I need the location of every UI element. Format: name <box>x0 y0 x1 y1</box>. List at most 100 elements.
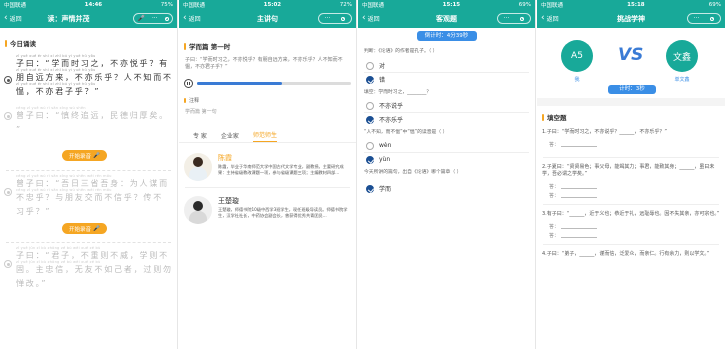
clock: 15:15 <box>442 1 461 8</box>
option[interactable]: 对 <box>358 59 535 72</box>
reading-block: céng zǐ yuē wú rì sān xǐng wú shēn wèi r… <box>0 174 177 220</box>
text-line: 曾子曰：“慎终追远，民德归厚矣。 <box>16 111 169 120</box>
teacher-name: 王楚璇 <box>218 197 239 205</box>
chevron-left-icon: ‹ <box>183 13 187 23</box>
text-line: 习乎？” <box>16 207 52 216</box>
option[interactable]: 不亦乐乎 <box>358 113 535 126</box>
answer-field[interactable]: 答： <box>537 231 725 240</box>
player-name: 我 <box>574 77 580 83</box>
option[interactable]: 不亦说乎 <box>358 99 535 112</box>
close-icon[interactable] <box>520 16 525 21</box>
question-text: 今天所讲的篇句，出自《论语》哪个篇章（ ） <box>364 170 462 175</box>
teacher-tabs: 专 家 企业家 师范师生 <box>179 129 356 143</box>
pause-icon[interactable] <box>184 79 193 88</box>
status-bar: 中国联通 15:15 69% <box>358 0 535 9</box>
text-line: 曾子曰：“吾日三省吾身：为人谋而 <box>16 179 169 188</box>
note-title: 注释 <box>179 97 356 104</box>
status-bar: 中国联通 15:02 72% <box>179 0 356 9</box>
quote-text: 子曰：“学而时习之，不亦悦乎？有朋自远方来，不亦乐乎？人不知而不愠，不亦君子乎？… <box>185 57 343 70</box>
text-line: ” <box>16 125 22 134</box>
section-title: 填空题 <box>537 112 725 122</box>
note-text: 学而篇 第一句 <box>185 109 217 115</box>
avatar <box>184 153 212 181</box>
check-icon <box>366 155 374 164</box>
chevron-left-icon: ‹ <box>541 13 545 23</box>
close-icon[interactable] <box>710 16 715 21</box>
carrier: 中国联通 <box>541 2 564 9</box>
check-icon <box>366 184 374 193</box>
capsule-menu[interactable]: ··· <box>687 13 721 24</box>
user-icon <box>4 112 12 120</box>
accent-bar <box>5 39 7 47</box>
versus-panel: A5 我 VS 文鑫 单文鑫 计时：3秒 <box>537 28 725 98</box>
text-line: 朋自远方来，不亦乐乎？人不知而不 <box>16 73 171 82</box>
text-line: 固。主忠信，无友不如己者，过则勿 <box>16 265 171 274</box>
reading-block: céng zǐ yuē wú rì sān xǐng wú shēn 曾子曰：“… <box>0 106 177 146</box>
nav-bar: ‹ 返回 读：声情并茂 🎤 ··· <box>0 9 177 28</box>
more-icon[interactable]: ··· <box>152 15 158 22</box>
more-icon[interactable]: ··· <box>504 15 510 22</box>
challenge-screen: 中国联通 15:18 69% ‹ 返回 挑战学神 ··· A5 我 VS 文鑫 单… <box>537 0 725 349</box>
quiz-screen: 中国联通 15:15 69% ‹ 返回 客观题 ··· 倒计时：4分39秒 判断：… <box>358 0 536 349</box>
start-recording-button[interactable]: 开始录音 🎤 <box>62 223 107 234</box>
check-icon <box>366 75 374 84</box>
option[interactable]: 学而 <box>358 182 535 195</box>
capsule-menu[interactable]: ··· <box>497 13 531 24</box>
option[interactable]: yùn <box>358 153 535 166</box>
audio-progress-bar[interactable] <box>197 82 351 85</box>
tab-experts[interactable]: 专 家 <box>193 131 207 140</box>
microphone-icon: 🎤 <box>93 152 100 159</box>
tab-teachers-students[interactable]: 师范师生 <box>252 130 277 142</box>
question-text: 判断：《论语》的作者是孔子。（ ） <box>364 49 438 54</box>
opponent-name: 单文鑫 <box>674 77 690 83</box>
check-icon <box>366 115 374 124</box>
player-avatar: A5 <box>561 40 593 72</box>
close-icon[interactable] <box>341 16 346 21</box>
back-button[interactable]: ‹ 返回 <box>541 13 559 24</box>
teacher-card[interactable]: 陈霞 陈霞，毕业于华南师范大学中国古代文学专业，副教授。主要研究成果：主持省级教… <box>179 153 356 181</box>
capsule-menu[interactable]: ··· <box>318 13 352 24</box>
teacher-card[interactable]: 王楚璇 王楚璇，师德书院10级中西学3班学生，现任班级导读员。师德书院学生，汉学… <box>179 196 356 224</box>
battery: 75% <box>160 1 173 8</box>
radio-icon <box>366 61 374 70</box>
teacher-name: 陈霞 <box>218 154 232 162</box>
option[interactable]: 错 <box>358 73 535 86</box>
text-line: 不忠乎？与朋友交而不信乎？传不 <box>16 193 163 202</box>
back-button[interactable]: ‹ 返回 <box>183 13 201 24</box>
answer-field[interactable]: 答： <box>537 182 725 191</box>
status-bar: 中国联通 14:46 75% <box>0 0 177 9</box>
reading-block: zǐ yuē jūn zǐ bù zhòng zé bù wēi xué zé … <box>0 246 177 292</box>
answer-field[interactable]: 答： <box>537 140 725 149</box>
tab-entrepreneurs[interactable]: 企业家 <box>221 131 239 140</box>
option[interactable]: wèn <box>358 139 535 152</box>
accent-bar <box>184 98 186 103</box>
reading-screen: 中国联通 14:46 75% ‹ 返回 读：声情并茂 🎤 ··· 今日诵读 zǐ … <box>0 0 178 349</box>
back-button[interactable]: ‹ 返回 <box>362 14 380 24</box>
back-button[interactable]: ‹ 返回 <box>4 13 22 24</box>
more-icon[interactable]: ··· <box>325 15 331 22</box>
more-icon[interactable]: ··· <box>694 15 700 22</box>
carrier: 中国联通 <box>4 2 27 9</box>
close-icon[interactable] <box>164 16 169 21</box>
teacher-desc: 陈霞，毕业于华南师范大学中国古代文学专业，副教授。主要研究成果：主持省级教改课题… <box>218 164 344 175</box>
capsule-menu[interactable]: 🎤 ··· <box>133 13 173 24</box>
question-text: 4.子曰：“弟子，______，谨而信，泛爱众，而亲仁。行有余力，则以学文。” <box>542 251 710 257</box>
audio-progress-fill <box>197 82 282 85</box>
accent-bar <box>184 42 186 50</box>
battery: 69% <box>518 1 531 8</box>
clock: 15:02 <box>263 1 282 8</box>
nav-bar: ‹ 返回 客观题 ··· <box>358 9 535 28</box>
answer-field[interactable]: 答： <box>537 191 725 200</box>
user-icon <box>4 260 12 268</box>
audio-player <box>179 79 356 88</box>
question-text: 2.子夏曰：“贤贤易色；事父母，能竭其力；事君，能致其身；______，虽曰未学… <box>542 164 715 177</box>
microphone-icon[interactable]: 🎤 <box>137 15 144 22</box>
start-recording-button[interactable]: 开始录音 🎤 <box>62 150 107 161</box>
text-line: 子曰：“君子，不重则不威，学则不 <box>16 251 169 260</box>
accent-bar <box>542 113 544 121</box>
question-text: “人不知，而不愠”中“愠”的读音是（ ） <box>364 130 448 135</box>
chevron-left-icon: ‹ <box>4 13 8 23</box>
radio-icon <box>366 101 374 110</box>
answer-field[interactable]: 答： <box>537 222 725 231</box>
user-icon <box>4 76 12 84</box>
